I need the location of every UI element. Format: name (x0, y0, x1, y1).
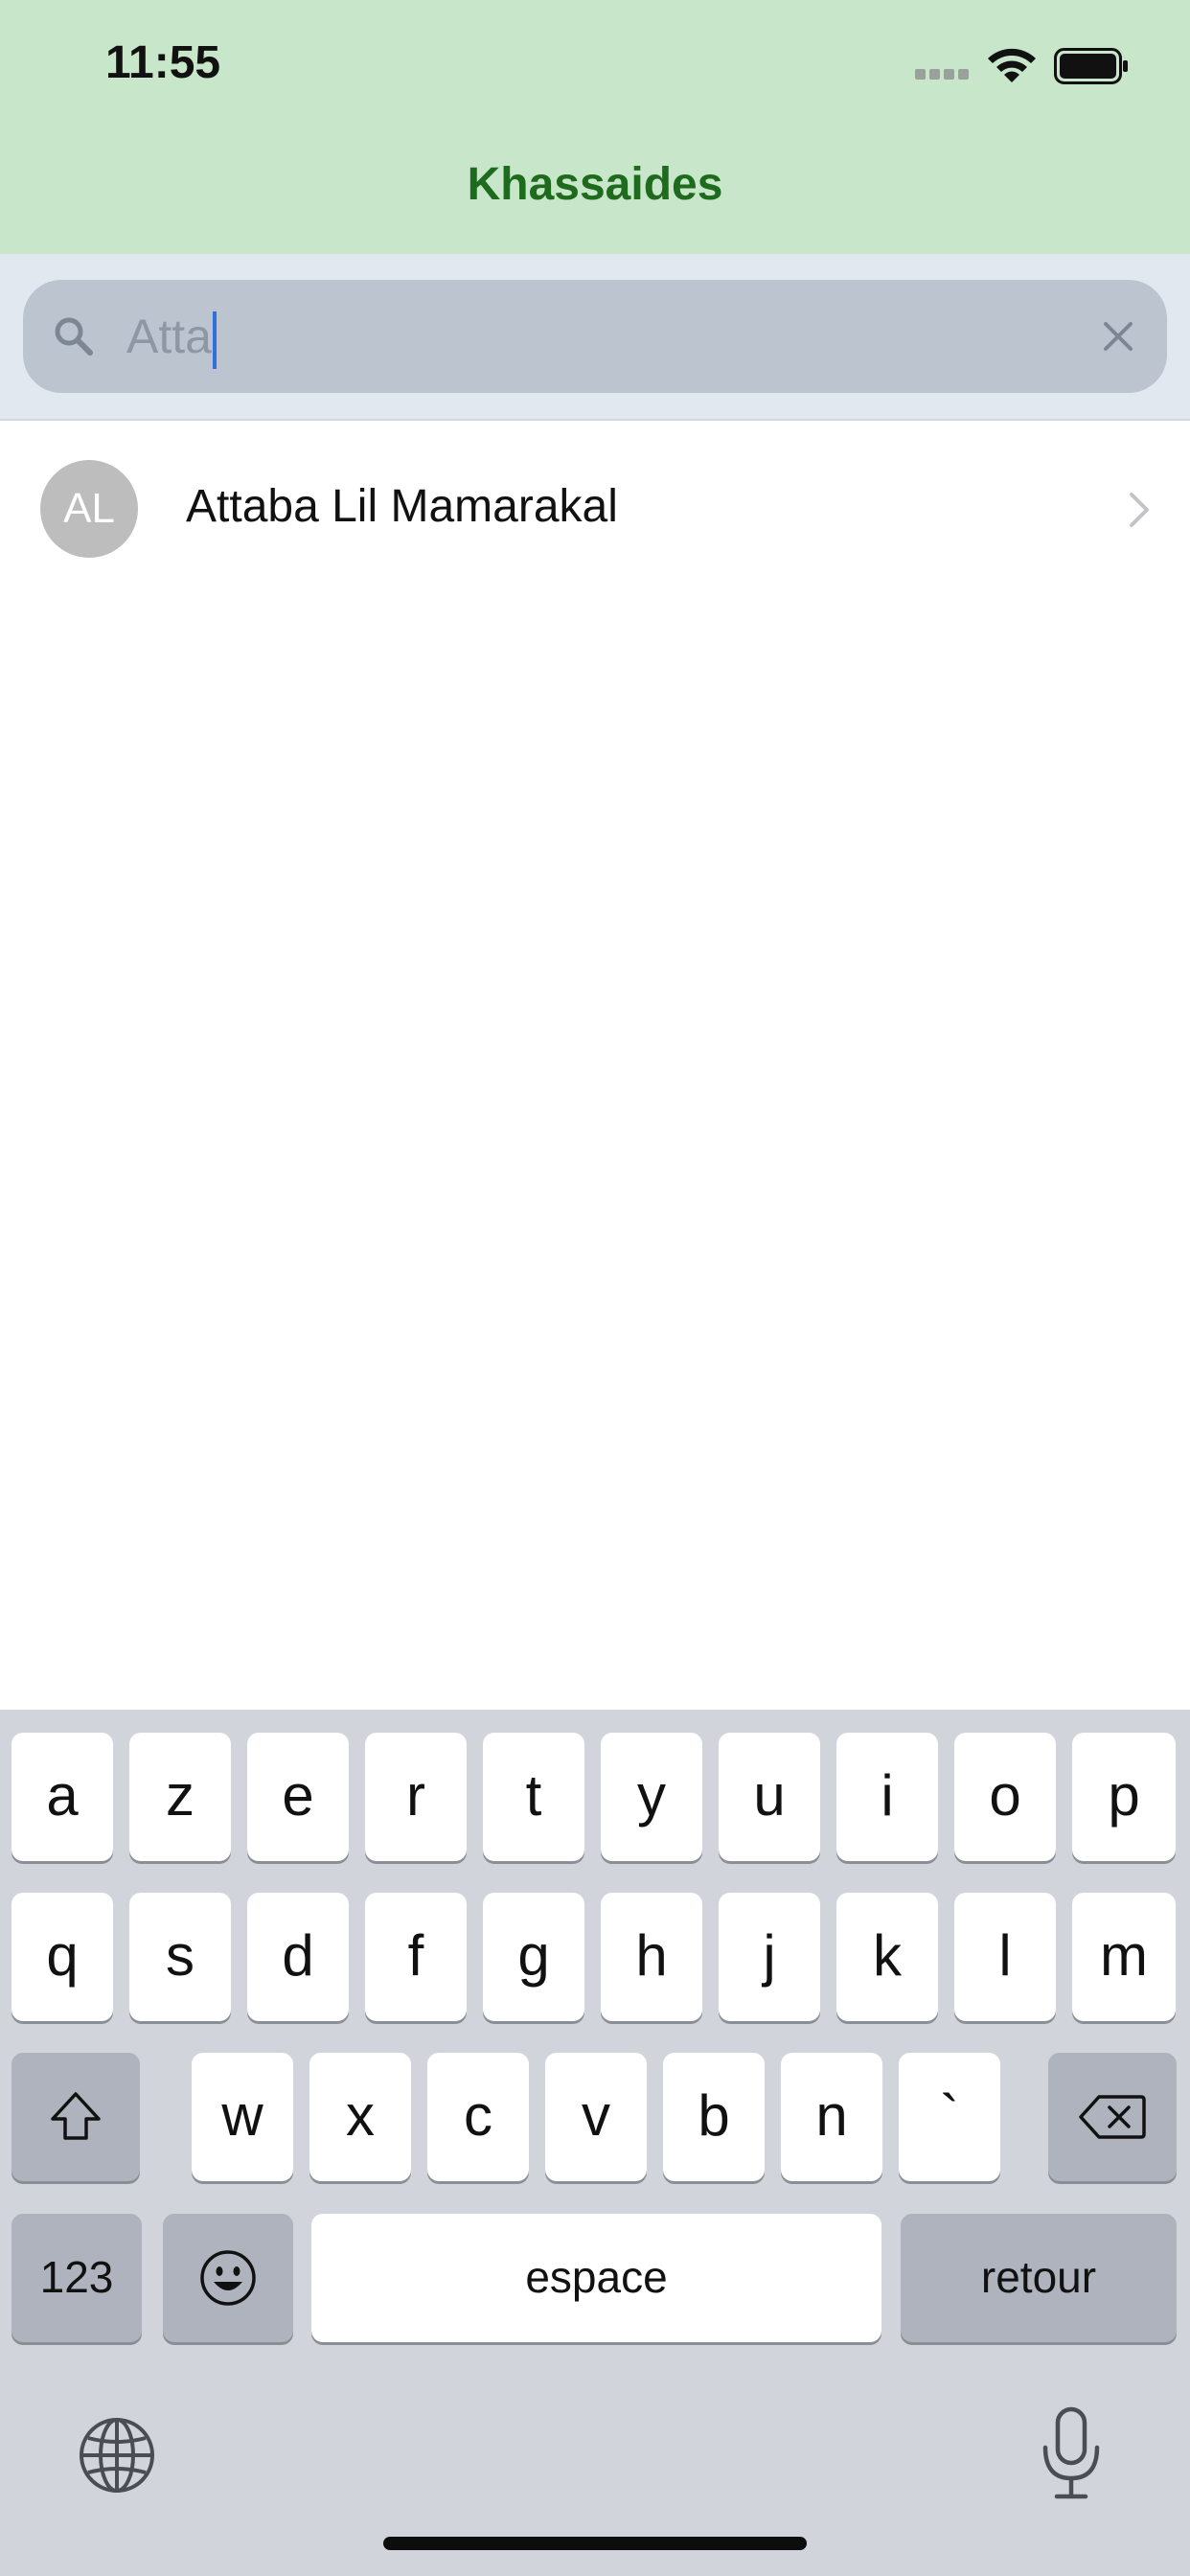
key-x[interactable]: x (309, 2053, 411, 2181)
avatar: AL (40, 460, 138, 558)
clear-icon[interactable] (1098, 316, 1138, 356)
shift-key[interactable] (11, 2053, 140, 2181)
delete-key[interactable] (1048, 2053, 1177, 2181)
numbers-key[interactable]: 123 (11, 2214, 142, 2342)
search-icon (55, 317, 93, 356)
return-key[interactable]: retour (901, 2214, 1177, 2342)
list-item[interactable]: AL Attaba Lil Mamarakal (0, 421, 1190, 597)
navigation-header: 11:55 Khassaides (0, 0, 1190, 254)
key-s[interactable]: s (129, 1893, 231, 2021)
space-key[interactable]: espace (311, 2214, 881, 2342)
key-y[interactable]: y (601, 1733, 702, 1861)
page-title: Khassaides (467, 159, 723, 210)
cellular-signal-icon (915, 69, 971, 82)
emoji-key[interactable] (163, 2214, 293, 2342)
battery-icon (1054, 48, 1128, 84)
key-w[interactable]: w (192, 2053, 293, 2181)
key-f[interactable]: f (365, 1893, 467, 2021)
emoji-icon (200, 2250, 256, 2306)
keyboard: a z e r t y u i o p q s d f g h j k l m … (0, 1710, 1190, 2576)
backspace-icon (1079, 2095, 1146, 2139)
key-e[interactable]: e (247, 1733, 349, 1861)
key-l[interactable]: l (954, 1893, 1056, 2021)
key-q[interactable]: q (11, 1893, 113, 2021)
key-d[interactable]: d (247, 1893, 349, 2021)
shift-icon (51, 2092, 101, 2140)
key-n[interactable]: n (781, 2053, 882, 2181)
search-field-value[interactable]: Atta (126, 309, 217, 369)
status-time: 11:55 (105, 37, 221, 88)
key-o[interactable]: o (954, 1733, 1056, 1861)
key-r[interactable]: r (365, 1733, 467, 1861)
search-input[interactable]: Atta (23, 280, 1167, 393)
key-h[interactable]: h (601, 1893, 702, 2021)
key-k[interactable]: k (836, 1893, 938, 2021)
list-item-title: Attaba Lil Mamarakal (186, 481, 618, 532)
text-cursor (212, 310, 217, 369)
globe-icon[interactable] (77, 2415, 157, 2496)
home-indicator (383, 2537, 807, 2550)
key-m[interactable]: m (1072, 1893, 1176, 2021)
key-backtick[interactable]: ` (899, 2053, 1000, 2181)
key-b[interactable]: b (663, 2053, 765, 2181)
key-i[interactable]: i (836, 1733, 938, 1861)
wifi-icon (988, 48, 1036, 82)
key-a[interactable]: a (11, 1733, 113, 1861)
key-z[interactable]: z (129, 1733, 231, 1861)
key-j[interactable]: j (719, 1893, 820, 2021)
key-t[interactable]: t (483, 1733, 584, 1861)
search-bar-container: Atta (0, 254, 1190, 421)
key-g[interactable]: g (483, 1893, 584, 2021)
chevron-right-icon (1130, 493, 1149, 527)
key-v[interactable]: v (545, 2053, 647, 2181)
search-text: Atta (126, 310, 212, 363)
key-u[interactable]: u (719, 1733, 820, 1861)
key-c[interactable]: c (427, 2053, 529, 2181)
microphone-icon[interactable] (1040, 2405, 1103, 2501)
key-p[interactable]: p (1072, 1733, 1176, 1861)
